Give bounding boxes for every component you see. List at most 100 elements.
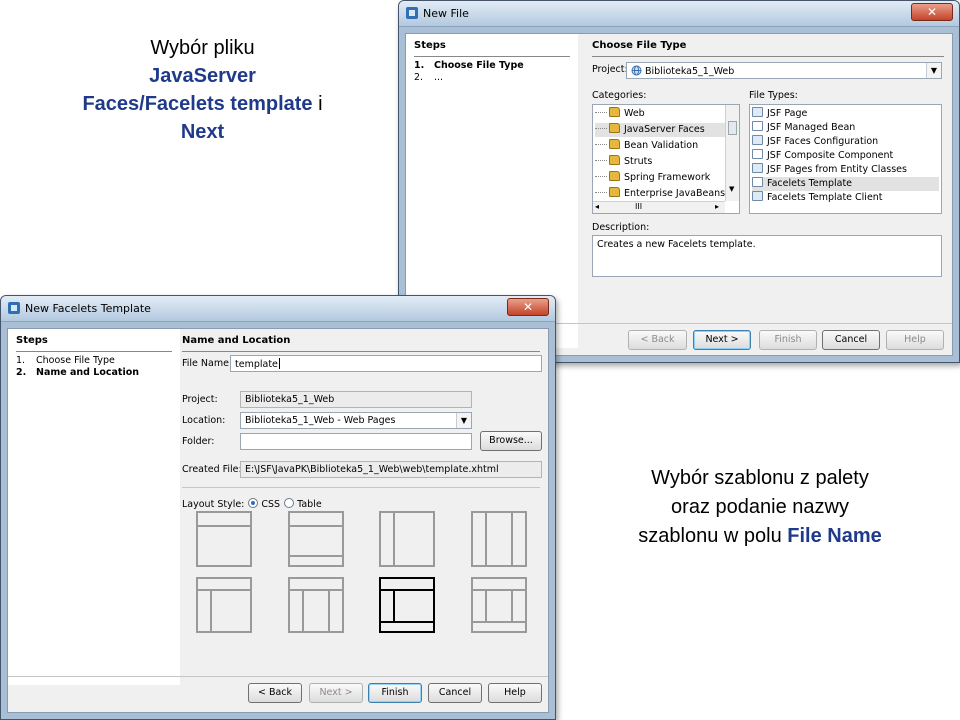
layout-option[interactable]: [288, 577, 344, 633]
list-item[interactable]: JavaServer Faces: [595, 123, 737, 137]
layout-option[interactable]: [379, 511, 435, 567]
layout-option[interactable]: [471, 577, 527, 633]
panel-title: Name and Location: [182, 335, 291, 346]
caption-top: Wybór pliku JavaServer Faces/Facelets te…: [30, 34, 375, 146]
window-title: New Facelets Template: [25, 302, 151, 315]
location-combo[interactable]: Biblioteka5_1_Web - Web Pages ▼: [240, 412, 472, 429]
chevron-down-icon: ▼: [729, 185, 735, 193]
project-label: Project:: [182, 394, 218, 405]
help-button[interactable]: Help: [886, 330, 944, 350]
steps-header: Steps: [16, 335, 48, 346]
browse-button[interactable]: Browse...: [480, 431, 542, 451]
entity-pages-icon: [752, 163, 763, 173]
file-types-list[interactable]: JSF Page JSF Managed Bean JSF Faces Conf…: [749, 104, 942, 214]
list-item[interactable]: JSF Composite Component: [752, 149, 939, 163]
scroll-grip: III: [635, 202, 643, 211]
folder-input[interactable]: [240, 433, 472, 450]
finish-button[interactable]: Finish: [759, 330, 817, 350]
next-button[interactable]: Next >: [309, 683, 363, 703]
caption-bottom-hl: File Name: [787, 525, 882, 547]
text-cursor: [278, 358, 280, 369]
scroll-thumb[interactable]: [728, 121, 737, 135]
back-button[interactable]: < Back: [628, 330, 687, 350]
globe-icon: [631, 65, 642, 76]
layout-option[interactable]: [196, 577, 252, 633]
file-types-label: File Types:: [749, 90, 798, 101]
list-item[interactable]: Bean Validation: [595, 139, 737, 153]
categories-list[interactable]: Web JavaServer Faces Bean Validation Str…: [592, 104, 740, 214]
next-button[interactable]: Next >: [693, 330, 751, 350]
divider: [592, 56, 944, 57]
list-item[interactable]: Enterprise JavaBeans: [595, 187, 737, 201]
caption-top-tail: i: [312, 93, 323, 115]
caption-bottom-line3: szablonu w polu: [638, 525, 788, 547]
list-item[interactable]: Struts: [595, 155, 737, 169]
chevron-left-icon: ◂: [595, 202, 600, 211]
list-item[interactable]: JSF Pages from Entity Classes: [752, 163, 939, 177]
panel-title: Choose File Type: [592, 40, 687, 51]
template-icon: [752, 177, 763, 187]
close-icon: ✕: [522, 300, 534, 314]
project-field: Biblioteka5_1_Web: [240, 391, 472, 408]
list-item[interactable]: JSF Page: [752, 107, 939, 121]
layout-option[interactable]: [196, 511, 252, 567]
bean-icon: [752, 121, 763, 131]
list-item[interactable]: Spring Framework: [595, 171, 737, 185]
file-name-input[interactable]: template: [230, 355, 542, 372]
help-button[interactable]: Help: [488, 683, 542, 703]
folder-icon: [609, 155, 620, 165]
step-item: 2....: [414, 72, 444, 83]
chevron-right-icon: ▸: [714, 202, 719, 211]
description-label: Description:: [592, 222, 650, 233]
caption-bottom: Wybór szablonu z palety oraz podanie naz…: [590, 464, 930, 551]
folder-icon: [609, 107, 620, 117]
dialog-body: Steps 1. Choose File Type 2. Name and Loca…: [7, 328, 549, 713]
name-location-panel: Name and Location File Name: template Pr…: [174, 329, 548, 679]
caption-bottom-line2: oraz podanie nazwy: [671, 496, 849, 518]
cancel-button[interactable]: Cancel: [822, 330, 880, 350]
template-client-icon: [752, 191, 763, 201]
list-item[interactable]: Web: [595, 107, 737, 121]
step-item: 1. Choose File Type: [16, 355, 115, 366]
list-item[interactable]: Facelets Template Client: [752, 191, 939, 205]
close-button[interactable]: ✕: [507, 298, 549, 316]
vertical-scrollbar[interactable]: ▼: [725, 105, 739, 201]
list-item[interactable]: JSF Managed Bean: [752, 121, 939, 135]
horizontal-scrollbar[interactable]: ◂ III ▸: [593, 201, 725, 213]
layout-style-label: Layout Style: CSS Table: [182, 498, 322, 510]
project-combo[interactable]: Biblioteka5_1_Web ▼: [626, 62, 942, 79]
divider: [182, 487, 540, 488]
project-label: Project:: [592, 64, 628, 75]
created-file-label: Created File:: [182, 464, 242, 475]
cancel-button[interactable]: Cancel: [428, 683, 482, 703]
layout-option[interactable]: [471, 511, 527, 567]
folder-icon: [609, 171, 620, 181]
folder-icon: [609, 187, 620, 197]
jsf-page-icon: [752, 107, 763, 117]
css-radio[interactable]: [248, 498, 259, 508]
layout-option[interactable]: [288, 511, 344, 567]
caption-top-hl2: Faces/Facelets template: [82, 93, 313, 115]
chevron-down-icon: ▼: [926, 63, 941, 78]
list-item[interactable]: Facelets Template: [752, 177, 939, 191]
close-button[interactable]: ✕: [911, 3, 953, 21]
layout-option-selected[interactable]: [379, 577, 435, 633]
folder-label: Folder:: [182, 436, 215, 447]
chevron-down-icon: ▼: [456, 413, 471, 428]
table-radio[interactable]: [284, 498, 295, 508]
location-label: Location:: [182, 415, 226, 426]
categories-label: Categories:: [592, 90, 647, 101]
finish-button[interactable]: Finish: [368, 683, 422, 703]
folder-icon: [609, 123, 620, 133]
divider: [8, 676, 548, 677]
titlebar[interactable]: New File ✕: [399, 1, 959, 27]
list-item[interactable]: JSF Faces Configuration: [752, 135, 939, 149]
close-icon: ✕: [926, 5, 938, 19]
created-file-field: E:\JSF\JavaPK\Biblioteka5_1_Web\web\temp…: [240, 461, 542, 478]
back-button[interactable]: < Back: [248, 683, 302, 703]
step-item: 2. Name and Location: [16, 367, 140, 378]
titlebar[interactable]: New Facelets Template ✕: [1, 296, 555, 322]
folder-icon: [609, 139, 620, 149]
window-title: New File: [423, 7, 469, 20]
app-icon: [406, 7, 418, 19]
